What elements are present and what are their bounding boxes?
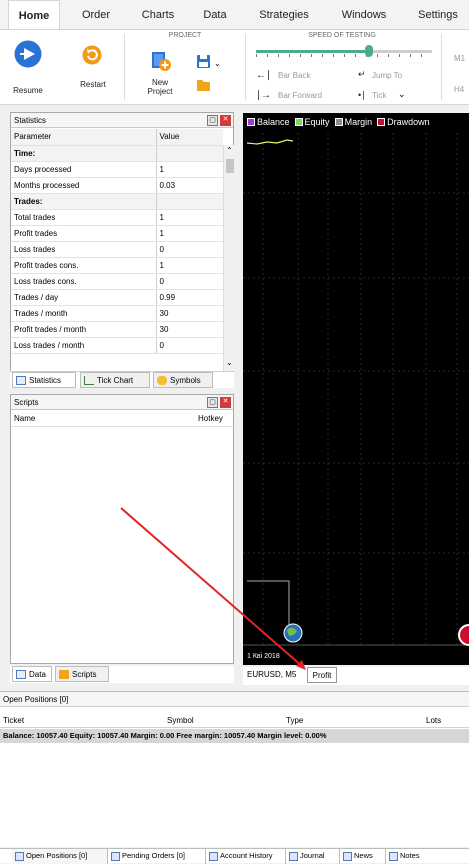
account-history-icon <box>209 852 218 861</box>
tab-pending-orders[interactable]: Pending Orders [0] <box>108 849 206 864</box>
tab-journal[interactable]: Journal <box>286 849 340 864</box>
notes-icon <box>389 852 398 861</box>
bottom-tab-bar: Open Positions [0] Pending Orders [0] Ac… <box>0 848 469 864</box>
open-positions-panel: Open Positions [0] Ticket Symbol Type Lo… <box>0 691 469 847</box>
tab-open-positions[interactable]: Open Positions [0] <box>12 849 108 864</box>
open-positions-icon <box>15 852 24 861</box>
column-header-ticket[interactable]: Ticket <box>3 713 24 728</box>
tab-account-history[interactable]: Account History <box>206 849 286 864</box>
account-summary-row: Balance: 10057.40 Equity: 10057.40 Margi… <box>0 729 469 743</box>
tab-news[interactable]: News <box>340 849 386 864</box>
news-icon <box>343 852 352 861</box>
tab-notes[interactable]: Notes <box>386 849 430 864</box>
open-positions-title: Open Positions [0] <box>0 692 469 707</box>
pending-orders-icon <box>111 852 120 861</box>
positions-header: Ticket Symbol Type Lots <box>0 713 469 728</box>
column-header-type[interactable]: Type <box>286 713 303 728</box>
column-header-symbol[interactable]: Symbol <box>167 713 194 728</box>
journal-icon <box>289 852 298 861</box>
column-header-lots[interactable]: Lots <box>426 713 441 728</box>
